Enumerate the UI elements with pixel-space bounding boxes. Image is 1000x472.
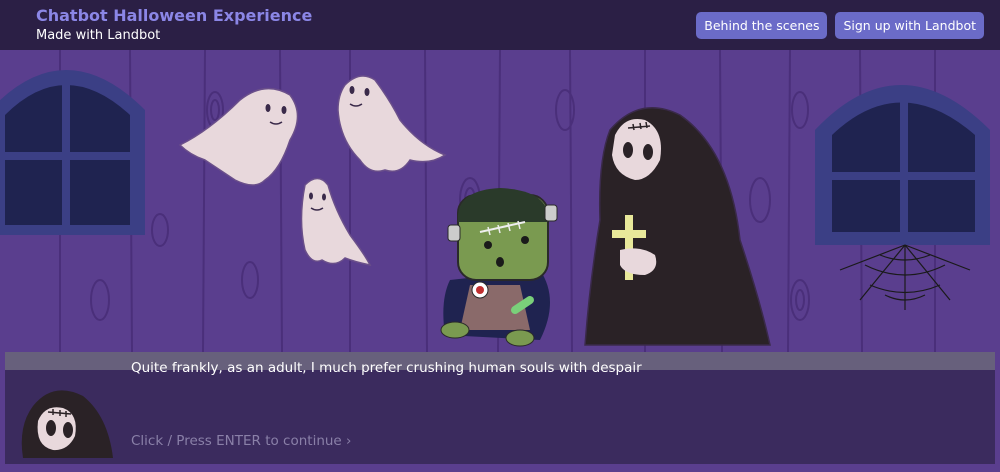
brand-block: Chatbot Halloween Experience Made with L… [36, 5, 313, 44]
dialog-message: Quite frankly, as an adult, I much prefe… [131, 360, 642, 376]
continue-prompt[interactable]: Click / Press ENTER to continue › [131, 433, 351, 449]
behind-the-scenes-button[interactable]: Behind the scenes [696, 11, 828, 39]
app-title: Chatbot Halloween Experience [36, 5, 313, 25]
header-actions: Behind the scenes Sign up with Landbot [696, 11, 984, 39]
right-window [815, 85, 990, 245]
sign-up-button[interactable]: Sign up with Landbot [835, 11, 984, 39]
dialog-box[interactable]: Quite frankly, as an adult, I much prefe… [5, 352, 995, 464]
frankenstein-character [440, 188, 558, 347]
left-window [0, 70, 145, 235]
reaper-portrait [21, 390, 113, 458]
app-subtitle: Made with Landbot [36, 27, 161, 43]
top-bar: Chatbot Halloween Experience Made with L… [0, 0, 1000, 50]
